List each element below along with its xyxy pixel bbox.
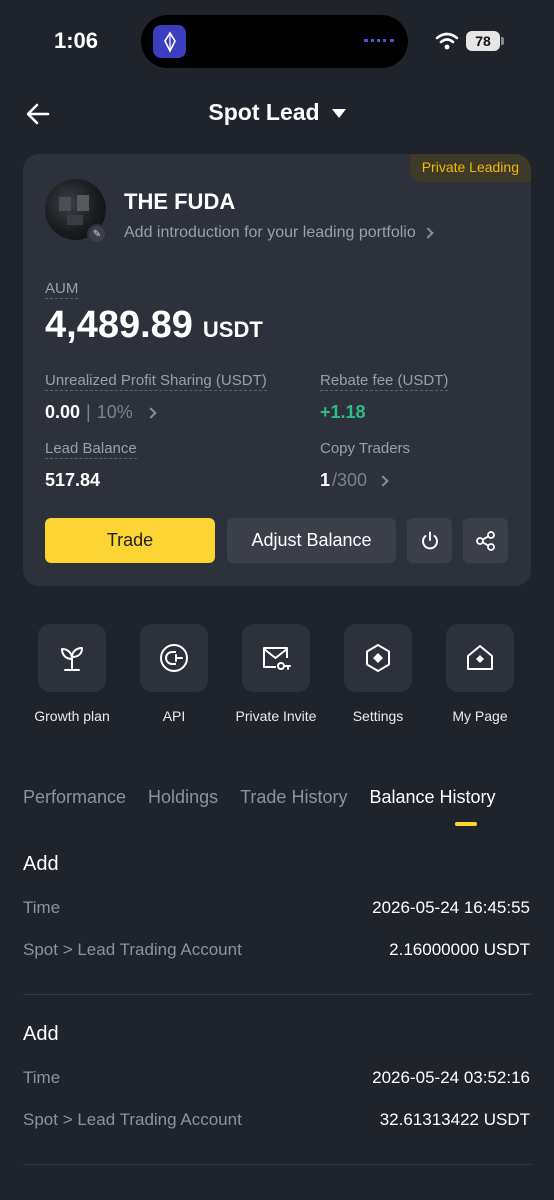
share-icon [475,530,495,551]
shortcut-label: Private Invite [235,708,317,724]
shortcut-settings[interactable]: Settings [328,624,428,724]
mail-key-icon [242,624,310,692]
shortcut-private-invite[interactable]: Private Invite [226,624,326,724]
sprout-icon [38,624,106,692]
record-divider [23,994,531,995]
aum-amount: 4,489.89 USDT [45,304,263,347]
record-divider [23,1164,531,1165]
page-title-dropdown[interactable]: Spot Lead [0,99,554,126]
battery-icon: 78 [466,31,500,51]
record-time-label: Time [23,1068,61,1087]
status-bar: 1:06 78 [0,0,554,82]
edit-pencil-icon[interactable]: ✎ [87,224,107,244]
lead-balance-label[interactable]: Lead Balance [45,440,137,459]
battery-tip [501,37,504,45]
copy-traders-max: /300 [332,470,368,490]
shortcut-label: API [162,708,186,724]
record-amount: 32.61313422 USDT [379,1110,530,1129]
shortcut-growth-plan[interactable]: Growth plan [22,624,122,724]
dynamic-island [141,15,408,68]
trade-button[interactable]: Trade [45,518,215,563]
chevron-right-icon [422,227,434,239]
aum-unit: USDT [202,317,263,342]
battery-level: 78 [475,33,491,49]
tab-balance-history[interactable]: Balance History [369,787,495,808]
tab-trade-history[interactable]: Trade History [240,787,347,808]
rebate-fee-value: +1.18 [320,402,366,422]
adjust-balance-button[interactable]: Adjust Balance [227,518,396,563]
app-activity-icon [153,25,186,58]
lead-portfolio-card: Private Leading ✎ THE FUDA Add introduct… [23,154,531,586]
copy-traders-label: Copy Traders [320,440,411,457]
settings-icon [344,624,412,692]
record-time: 2026-05-24 16:45:55 [372,898,530,917]
aum-value: 4,489.89 [45,304,193,346]
record-route: Spot > Lead Trading Account [23,1110,242,1129]
unrealized-profit-label[interactable]: Unrealized Profit Sharing (USDT) [45,372,267,391]
record-type: Add [23,1023,59,1045]
unrealized-amount: 0.00 [45,402,81,422]
api-icon [140,624,208,692]
private-leading-badge: Private Leading [409,154,531,182]
shortcut-label: Growth plan [34,708,110,724]
active-tab-indicator [455,822,477,826]
rebate-fee-label[interactable]: Rebate fee (USDT) [320,372,449,391]
tab-performance[interactable]: Performance [23,787,126,808]
intro-text: Add introduction for your leading portfo… [124,224,416,241]
activity-indicator-icon [364,39,394,43]
page-title: Spot Lead [208,99,320,125]
copy-traders-value[interactable]: 1 /300 [320,470,389,491]
trader-name: THE FUDA [124,189,236,214]
profit-share-percent: 10% [96,402,133,422]
chevron-right-icon [145,406,157,419]
shortcut-label: My Page [452,708,508,724]
value-separator: | [86,402,91,422]
power-icon [421,531,438,549]
home-icon [446,624,514,692]
unrealized-profit-value[interactable]: 0.00 | 10% [45,402,157,423]
shortcut-label: Settings [352,708,404,724]
copy-traders-count: 1 [320,470,331,490]
add-introduction-link[interactable]: Add introduction for your leading portfo… [124,224,434,242]
chevron-right-icon [377,474,389,487]
share-button[interactable] [463,518,508,563]
wifi-icon [435,32,459,55]
record-amount: 2.16000000 USDT [389,940,530,959]
lead-balance-value: 517.84 [45,470,101,490]
record-time-label: Time [23,898,61,917]
tab-holdings[interactable]: Holdings [148,787,218,808]
section-tabs: Performance Holdings Trade History Balan… [23,787,496,808]
shortcut-my-page[interactable]: My Page [430,624,530,724]
record-type: Add [23,853,59,875]
status-time: 1:06 [54,28,99,53]
aum-label[interactable]: AUM [45,280,79,299]
record-time: 2026-05-24 03:52:16 [372,1068,530,1087]
shortcut-api[interactable]: API [124,624,224,724]
caret-down-icon [331,109,346,118]
record-route: Spot > Lead Trading Account [23,940,242,959]
power-button[interactable] [407,518,452,563]
